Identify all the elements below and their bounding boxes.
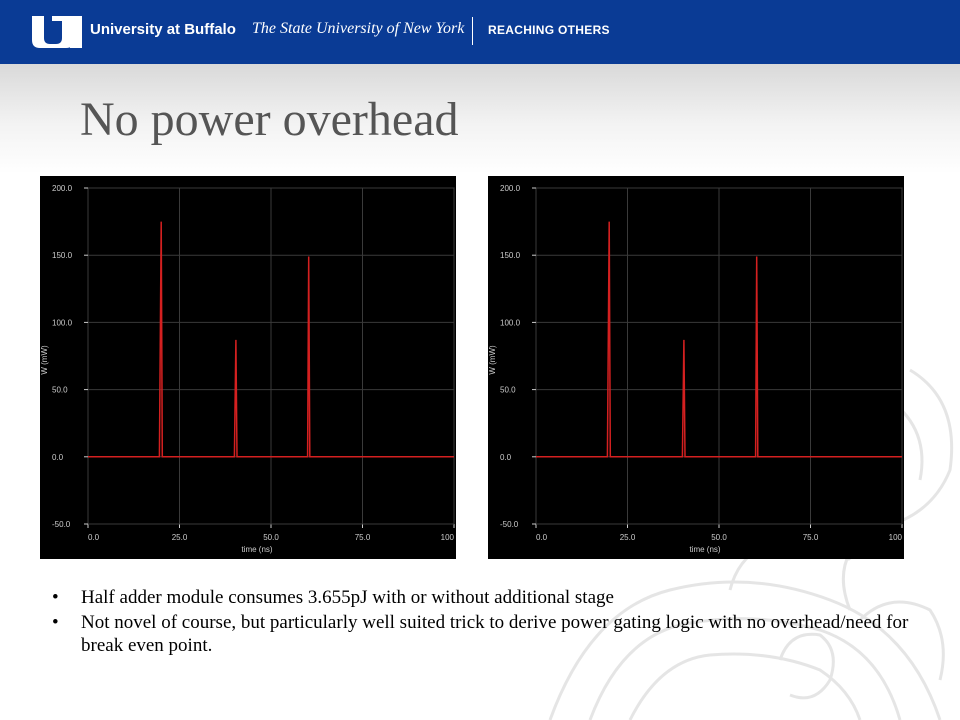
x-tick-label: 100 — [889, 533, 903, 542]
bullet-text: Half adder module consumes 3.655pJ with … — [81, 587, 614, 608]
x-tick-label: 25.0 — [172, 533, 188, 542]
slide-title: No power overhead — [80, 93, 459, 146]
bullet-dot-icon: • — [52, 612, 59, 633]
y-tick-label: 0.0 — [500, 453, 512, 462]
y-tick-label: -50.0 — [52, 520, 71, 529]
power-chart-right: 0.0 25.0 50.0 75.0 100 200.0 150.0 100.0 50.0 0.0… — [488, 184, 903, 554]
ub-logo-icon — [32, 16, 82, 48]
x-tick-label: 100 — [441, 533, 455, 542]
bullet-text: Not novel of course, but particularly we… — [81, 612, 909, 656]
y-tick-label: 0.0 — [52, 453, 64, 462]
y-tick-label: 50.0 — [500, 386, 516, 395]
power-plot-left: 0.0 25.0 50.0 75.0 100 200.0 150.0 100.0 50.0 0.0… — [40, 176, 456, 559]
y-axis-label: W (mW) — [488, 345, 497, 375]
bullet-item: • Not novel of course, but particularly w… — [50, 611, 930, 657]
y-axis-label: W (mW) — [40, 345, 49, 375]
y-tick-label: 50.0 — [52, 386, 68, 395]
x-tick-label: 0.0 — [536, 533, 548, 542]
x-axis-label: time (ns) — [241, 545, 272, 554]
bullet-dot-icon: • — [52, 587, 59, 608]
y-tick-label: 100.0 — [500, 318, 521, 327]
header-divider — [472, 17, 473, 45]
power-plot-right: 0.0 25.0 50.0 75.0 100 200.0 150.0 100.0 50.0 0.0… — [488, 176, 904, 559]
y-tick-label: 150.0 — [52, 251, 73, 260]
x-tick-label: 0.0 — [88, 533, 100, 542]
y-tick-label: 200.0 — [52, 184, 73, 193]
x-tick-label: 75.0 — [803, 533, 819, 542]
y-tick-label: -50.0 — [500, 520, 519, 529]
bullet-list: • Half adder module consumes 3.655pJ with… — [50, 586, 930, 659]
x-tick-label: 50.0 — [263, 533, 279, 542]
x-tick-label: 25.0 — [620, 533, 636, 542]
y-tick-label: 100.0 — [52, 318, 73, 327]
system-name: The State University of New York — [252, 20, 465, 37]
bullet-item: • Half adder module consumes 3.655pJ with… — [50, 586, 930, 609]
x-tick-label: 75.0 — [355, 533, 371, 542]
x-tick-label: 50.0 — [711, 533, 727, 542]
header-tagline: REACHING OTHERS — [488, 23, 610, 37]
power-chart-left: 0.0 25.0 50.0 75.0 100 200.0 150.0 100.0 50.0 0.0… — [40, 184, 455, 554]
x-axis-label: time (ns) — [689, 545, 720, 554]
header-banner: University at Buffalo The State Universi… — [0, 0, 960, 64]
y-tick-label: 150.0 — [500, 251, 521, 260]
university-name: University at Buffalo — [90, 21, 236, 38]
y-tick-label: 200.0 — [500, 184, 521, 193]
